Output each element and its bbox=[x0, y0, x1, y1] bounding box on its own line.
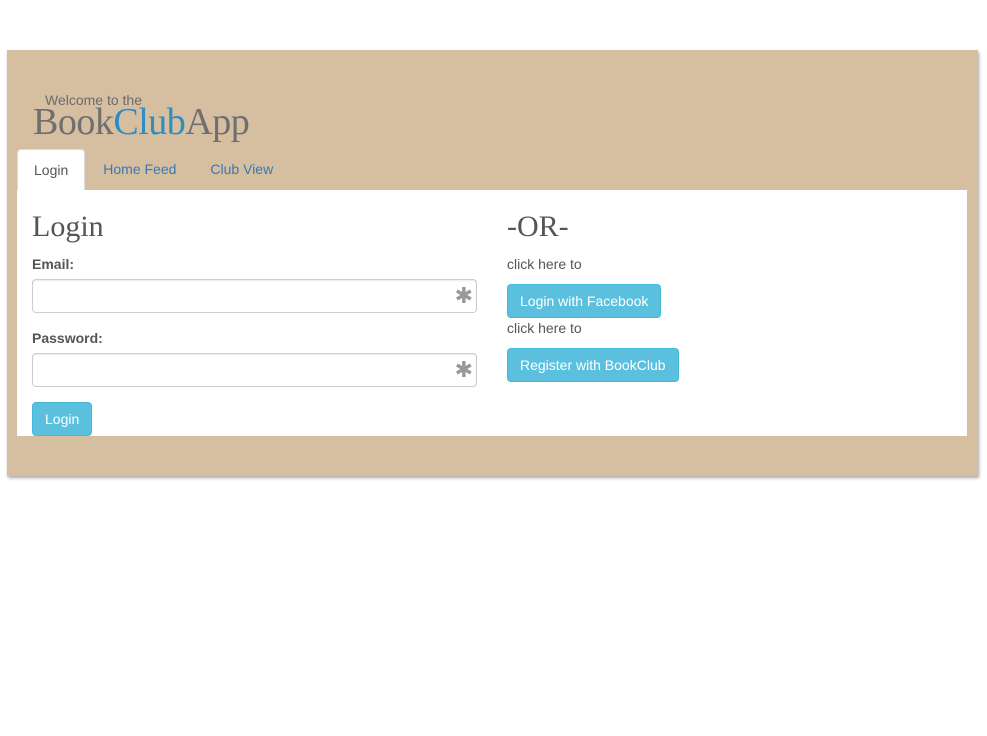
app-logo: BookClubApp bbox=[33, 100, 250, 144]
facebook-note: click here to bbox=[507, 256, 582, 272]
password-label: Password: bbox=[32, 330, 103, 346]
password-field[interactable] bbox=[32, 353, 477, 387]
required-asterisk-icon: ✱ bbox=[454, 283, 473, 308]
login-heading: Login bbox=[32, 210, 104, 243]
tab-content-panel: Login Email: ✱ Password: ✱ Login -OR- cl… bbox=[17, 190, 967, 436]
login-facebook-button[interactable]: Login with Facebook bbox=[507, 284, 662, 318]
email-field[interactable] bbox=[32, 279, 477, 313]
logo-app: App bbox=[185, 101, 250, 143]
login-button[interactable]: Login bbox=[32, 402, 93, 436]
email-field-wrap: ✱ bbox=[32, 279, 477, 313]
logo-book: Book bbox=[33, 101, 114, 143]
register-note: click here to bbox=[507, 320, 582, 336]
tab-login[interactable]: Login bbox=[17, 149, 86, 190]
tab-club-view[interactable]: Club View bbox=[194, 149, 289, 189]
app-frame: Welcome to the BookClubApp Login Home Fe… bbox=[7, 50, 978, 476]
password-field-wrap: ✱ bbox=[32, 353, 477, 387]
logo-club: Club bbox=[113, 101, 186, 143]
or-heading: -OR- bbox=[507, 210, 569, 243]
required-asterisk-icon: ✱ bbox=[454, 357, 473, 382]
register-button[interactable]: Register with BookClub bbox=[507, 348, 679, 382]
tab-home-feed[interactable]: Home Feed bbox=[87, 149, 192, 189]
nav-tabs: Login Home Feed Club View bbox=[17, 149, 291, 190]
email-label: Email: bbox=[32, 256, 75, 272]
